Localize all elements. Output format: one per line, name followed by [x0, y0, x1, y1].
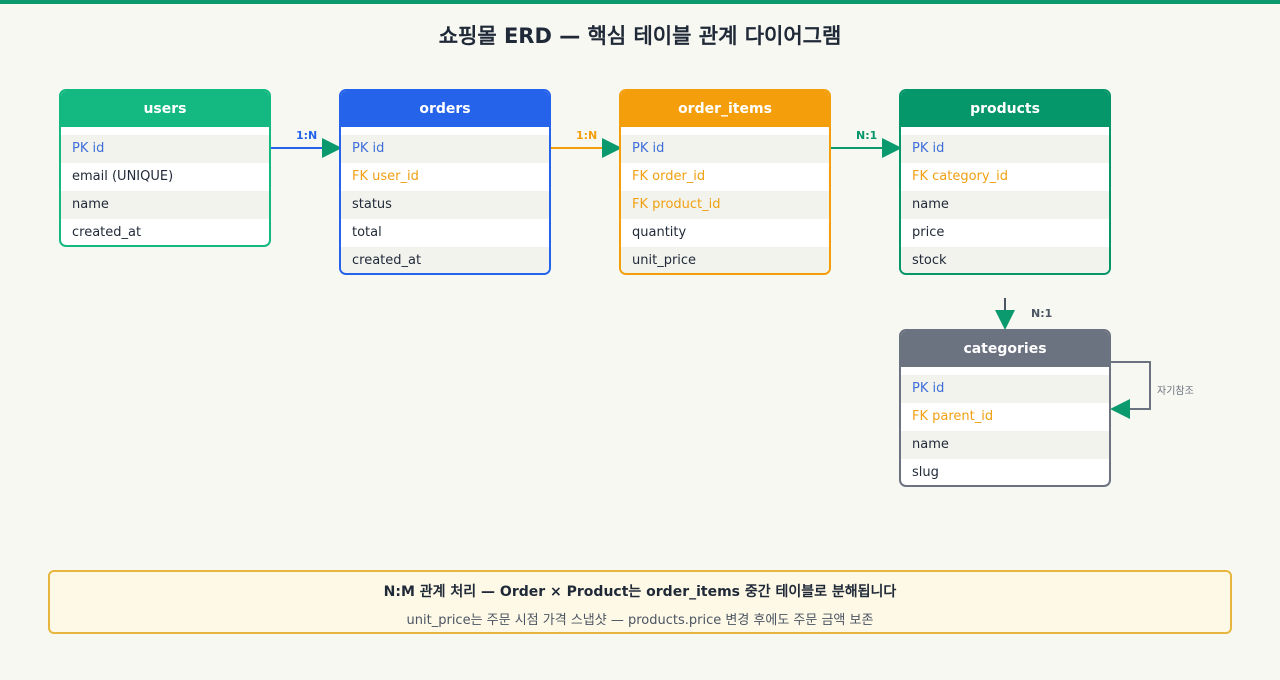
- entity-header: users: [61, 91, 269, 127]
- note-subtitle: unit_price는 주문 시점 가격 스냅샷 — products.pric…: [406, 613, 874, 628]
- field-row: status: [341, 191, 549, 219]
- field-row: FK category_id: [912, 169, 1008, 184]
- entity-orders[interactable]: orders PK id FK user_id status total cre…: [339, 89, 551, 275]
- self-reference-label: 자기참조: [1157, 386, 1194, 397]
- field-row: FK product_id: [621, 191, 829, 219]
- relation-label-users-orders: 1:N: [296, 129, 318, 142]
- entity-users[interactable]: users PK id email (UNIQUE) name created_…: [59, 89, 271, 247]
- relation-label-items-products: N:1: [856, 129, 878, 142]
- line-self-reference: [1110, 361, 1151, 419]
- note-box: N:M 관계 처리 — Order × Product는 order_items…: [48, 570, 1232, 634]
- field-row: name: [901, 191, 1109, 219]
- field-row: PK id: [901, 135, 1109, 163]
- field-row: name: [61, 191, 269, 219]
- field-row: FK parent_id: [912, 409, 994, 424]
- field-row: price: [912, 225, 945, 240]
- entity-header: orders: [341, 91, 549, 127]
- entity-products[interactable]: products PK id FK category_id name price…: [899, 89, 1111, 275]
- field-row: slug: [912, 465, 939, 480]
- note-title: N:M 관계 처리 — Order × Product는 order_items…: [383, 584, 897, 600]
- field-row: PK id: [341, 135, 549, 163]
- entity-categories[interactable]: categories PK id FK parent_id name slug: [899, 329, 1111, 487]
- relation-label-products-categories: N:1: [1031, 307, 1053, 320]
- entity-header: categories: [901, 331, 1109, 367]
- field-row: PK id: [901, 375, 1109, 403]
- entity-header: order_items: [621, 91, 829, 127]
- field-row: unit_price: [621, 247, 829, 273]
- field-row: FK user_id: [352, 169, 419, 184]
- entity-order-items[interactable]: order_items PK id FK order_id FK product…: [619, 89, 831, 275]
- field-row: total: [352, 225, 382, 240]
- field-row: PK id: [621, 135, 829, 163]
- entity-header: products: [901, 91, 1109, 127]
- field-row: created_at: [341, 247, 549, 273]
- field-row: PK id: [61, 135, 269, 163]
- relation-label-orders-items: 1:N: [576, 129, 598, 142]
- field-row: quantity: [632, 225, 687, 240]
- field-row: name: [901, 431, 1109, 459]
- field-row: stock: [901, 247, 1109, 273]
- field-row: FK order_id: [632, 169, 706, 184]
- field-row: created_at: [72, 225, 142, 240]
- field-row: email (UNIQUE): [72, 169, 174, 184]
